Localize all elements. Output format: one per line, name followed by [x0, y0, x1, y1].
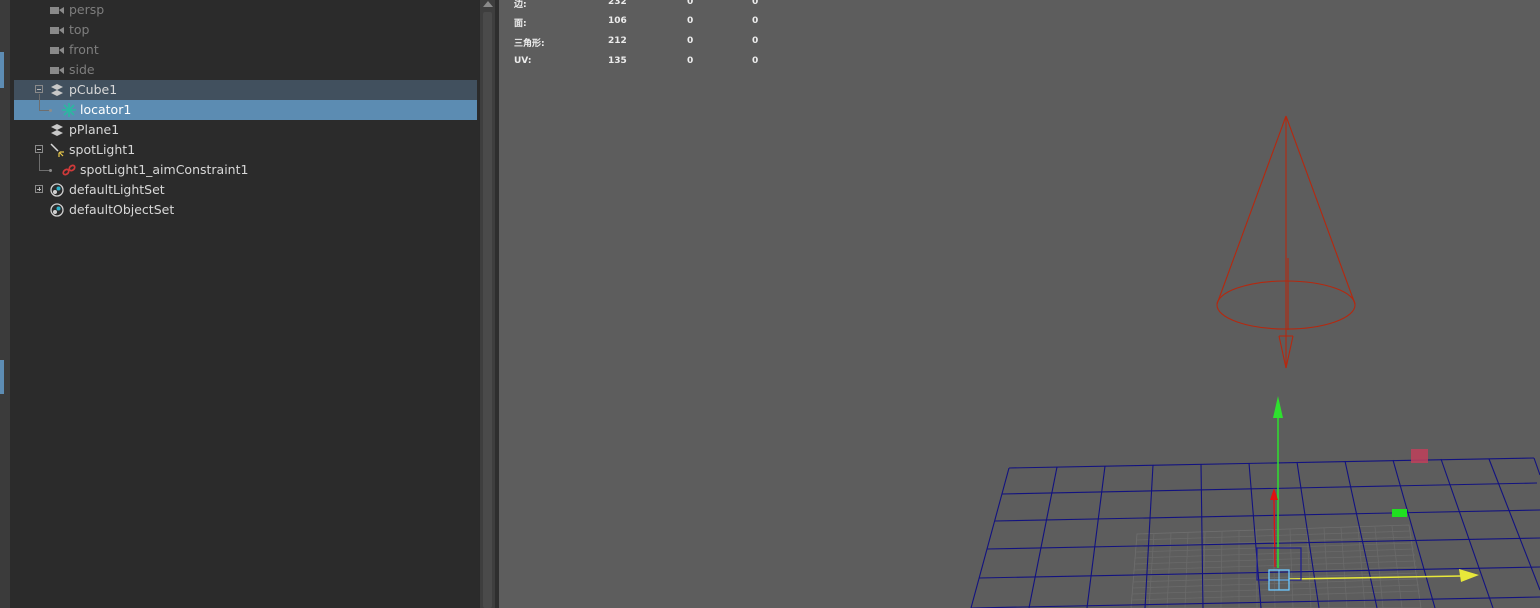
outliner-item-label: spotLight1_aimConstraint1	[80, 162, 249, 177]
camera-icon	[50, 47, 64, 54]
set-icon	[50, 183, 64, 197]
outliner-item-aimconstraint[interactable]: spotLight1_aimConstraint1	[14, 160, 477, 180]
outliner-item-label: pPlane1	[69, 122, 120, 137]
hierarchy-connector	[49, 169, 52, 172]
hud-value: 0	[687, 56, 694, 66]
hud-label-edges: 边:	[514, 0, 527, 10]
scrollbar-thumb[interactable]	[483, 12, 492, 608]
outliner-item-top[interactable]: top	[14, 20, 477, 40]
camera-icon	[50, 27, 64, 34]
outliner-item-pcube1[interactable]: pCube1	[14, 80, 477, 100]
constraint-icon	[62, 164, 76, 176]
outliner-item-label: pCube1	[69, 82, 118, 97]
outliner-scrollbar[interactable]	[479, 0, 496, 608]
outliner-item-label: spotLight1	[69, 142, 136, 157]
camera-icon	[50, 7, 64, 14]
hud-value: 0	[752, 56, 759, 66]
outliner-item-locator1[interactable]: locator1	[14, 100, 477, 120]
hierarchy-connector	[49, 109, 52, 112]
outliner-item-label: locator1	[80, 102, 132, 117]
hud-value: 212	[608, 36, 627, 46]
outliner-item-front[interactable]: front	[14, 40, 477, 60]
strip-active-marker	[0, 52, 4, 88]
viewport-scene	[970, 115, 1540, 608]
outliner-item-label: side	[69, 62, 95, 77]
outliner-item-label: top	[69, 22, 90, 37]
outliner-panel: persp top front side pCube1 locator1 pPl…	[11, 0, 479, 608]
hud-value: 106	[608, 16, 627, 26]
hud-value: 0	[752, 16, 759, 26]
hud-label-faces: 面:	[514, 19, 527, 29]
hud-value: 0	[752, 36, 759, 46]
hud-value: 232	[608, 0, 627, 7]
collapse-toggle-icon[interactable]	[35, 145, 43, 153]
outliner-item-side[interactable]: side	[14, 60, 477, 80]
mesh-icon	[51, 124, 63, 136]
outliner-item-defaultobjectset[interactable]: defaultObjectSet	[14, 200, 477, 220]
hud-value: 0	[687, 16, 694, 26]
spotlight-icon	[50, 143, 64, 157]
hud-value: 0	[752, 0, 759, 7]
outliner-item-spotlight1[interactable]: spotLight1	[14, 140, 477, 160]
outliner-item-label: persp	[69, 2, 105, 17]
collapse-toggle-icon[interactable]	[35, 85, 43, 93]
expand-toggle-icon[interactable]	[35, 185, 43, 193]
move-manipulator	[1256, 396, 1479, 591]
perspective-grid	[970, 457, 1540, 608]
hierarchy-connector	[39, 154, 40, 171]
outliner-item-pplane1[interactable]: pPlane1	[14, 120, 477, 140]
hud-value: 0	[687, 36, 694, 46]
locator-icon	[62, 103, 76, 117]
spotlight-gizmo	[1216, 115, 1356, 369]
hud-value: 0	[687, 0, 694, 7]
set-icon	[50, 203, 64, 217]
hierarchy-connector	[39, 170, 49, 171]
hud-label-triangles: 三角形:	[514, 39, 545, 49]
plane-mesh	[1130, 524, 1422, 608]
3d-viewport[interactable]: 边: 232 0 0 面: 106 0 0 三角形: 212 0 0 UV: 1…	[499, 0, 1540, 608]
hud-label-uvs: UV:	[514, 56, 532, 66]
camera-icon	[50, 67, 64, 74]
mesh-icon	[51, 84, 63, 96]
hud-value: 135	[608, 56, 627, 66]
outliner-item-defaultlightset[interactable]: defaultLightSet	[14, 180, 477, 200]
outliner-item-label: defaultLightSet	[69, 182, 165, 197]
hierarchy-connector	[39, 94, 40, 111]
strip-active-marker	[0, 360, 4, 394]
outliner-item-persp[interactable]: persp	[14, 0, 477, 20]
hierarchy-connector	[39, 110, 49, 111]
scroll-up-arrow-icon[interactable]	[483, 1, 493, 7]
outliner-item-label: front	[69, 42, 99, 57]
outliner-item-label: defaultObjectSet	[69, 202, 175, 217]
left-tool-strip	[0, 0, 11, 608]
poly-count-hud: 边: 232 0 0 面: 106 0 0 三角形: 212 0 0 UV: 1…	[499, 0, 799, 80]
